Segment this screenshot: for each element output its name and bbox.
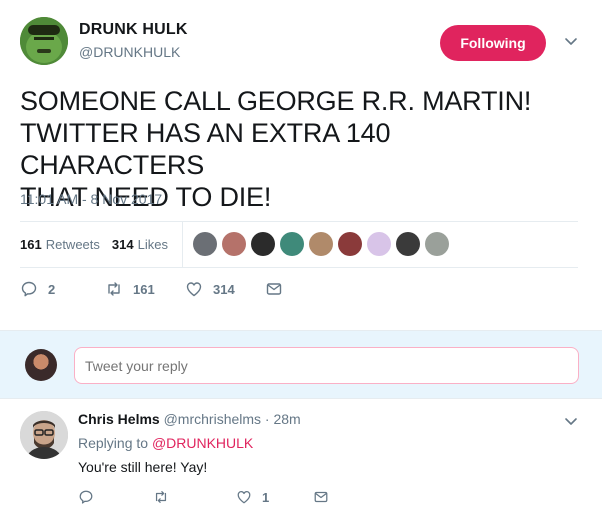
divider <box>20 267 578 268</box>
liker-avatar[interactable] <box>280 232 304 256</box>
replying-to: Replying to @DRUNKHULK <box>78 435 253 451</box>
reply-icon <box>79 490 93 504</box>
tweet-text-line: TWITTER HAS AN EXTRA 140 CHARACTERS <box>20 118 391 180</box>
author-avatar[interactable] <box>20 17 68 65</box>
likes-label: Likes <box>137 237 168 252</box>
liker-avatar[interactable] <box>338 232 362 256</box>
reply-author-avatar[interactable] <box>20 411 68 459</box>
reply-author-handle-time[interactable]: @mrchrishelms · 28m <box>164 411 301 427</box>
heart-icon <box>237 491 251 504</box>
reply-header: Chris Helms @mrchrishelms · 28m <box>78 411 301 427</box>
liker-avatar[interactable] <box>367 232 391 256</box>
liker-avatar[interactable] <box>425 232 449 256</box>
reply-input[interactable] <box>74 347 579 384</box>
retweet-icon <box>108 282 120 296</box>
direct-message-action[interactable] <box>313 489 329 505</box>
envelope-icon <box>266 283 282 295</box>
like-action[interactable]: 1 <box>236 489 313 505</box>
liker-avatar[interactable] <box>251 232 275 256</box>
likes-count: 314 <box>111 237 134 252</box>
replying-to-handle-link[interactable]: @DRUNKHULK <box>152 435 253 451</box>
reply-text: You're still here! Yay! <box>78 459 208 475</box>
reply-icon <box>21 281 37 297</box>
stats-separator <box>182 222 183 267</box>
retweets-stat[interactable]: 161 Retweets <box>20 237 100 252</box>
like-count: 314 <box>213 281 235 297</box>
reply-composer <box>0 330 602 398</box>
like-action[interactable]: 314 <box>185 280 265 298</box>
chevron-down-icon[interactable] <box>563 413 579 429</box>
likes-stat[interactable]: 314 Likes <box>112 237 168 252</box>
tweet-timestamp[interactable]: 11:01 AM - 8 Nov 2017 <box>20 191 162 207</box>
like-count: 1 <box>262 489 270 505</box>
liker-avatar[interactable] <box>309 232 333 256</box>
retweets-count: 161 <box>20 237 42 252</box>
author-handle[interactable]: @DRUNKHULK <box>79 44 180 60</box>
tweet-actions: 2 161 314 <box>20 280 283 298</box>
envelope-icon <box>314 491 328 503</box>
current-user-avatar[interactable] <box>25 349 57 381</box>
liker-avatar[interactable] <box>396 232 420 256</box>
reply-action[interactable]: 2 <box>20 280 105 298</box>
direct-message-action[interactable] <box>265 280 283 298</box>
reply-action[interactable] <box>78 489 153 505</box>
retweet-action[interactable] <box>153 489 236 505</box>
tweet-text-line: SOMEONE CALL GEORGE R.R. MARTIN! <box>20 86 532 116</box>
liker-avatar[interactable] <box>193 232 217 256</box>
heart-icon <box>186 282 202 297</box>
reply-tweet: Chris Helms @mrchrishelms · 28m Replying… <box>0 398 602 510</box>
reply-author-name[interactable]: Chris Helms <box>78 411 160 427</box>
retweet-count: 161 <box>133 281 155 297</box>
likers-avatars <box>193 232 449 256</box>
retweets-label: Retweets <box>45 237 100 252</box>
following-button[interactable]: Following <box>440 25 546 61</box>
reply-actions: 1 <box>78 489 329 505</box>
author-name[interactable]: DRUNK HULK <box>79 21 188 39</box>
chevron-down-icon[interactable] <box>563 33 579 49</box>
tweet: DRUNK HULK @DRUNKHULK Following SOMEONE … <box>0 0 602 330</box>
replying-to-label: Replying to <box>78 435 149 451</box>
retweet-icon <box>155 491 167 503</box>
reply-count: 2 <box>48 281 56 297</box>
retweet-action[interactable]: 161 <box>105 280 185 298</box>
tweet-stats: 161 Retweets 314 Likes <box>20 222 578 267</box>
liker-avatar[interactable] <box>222 232 246 256</box>
